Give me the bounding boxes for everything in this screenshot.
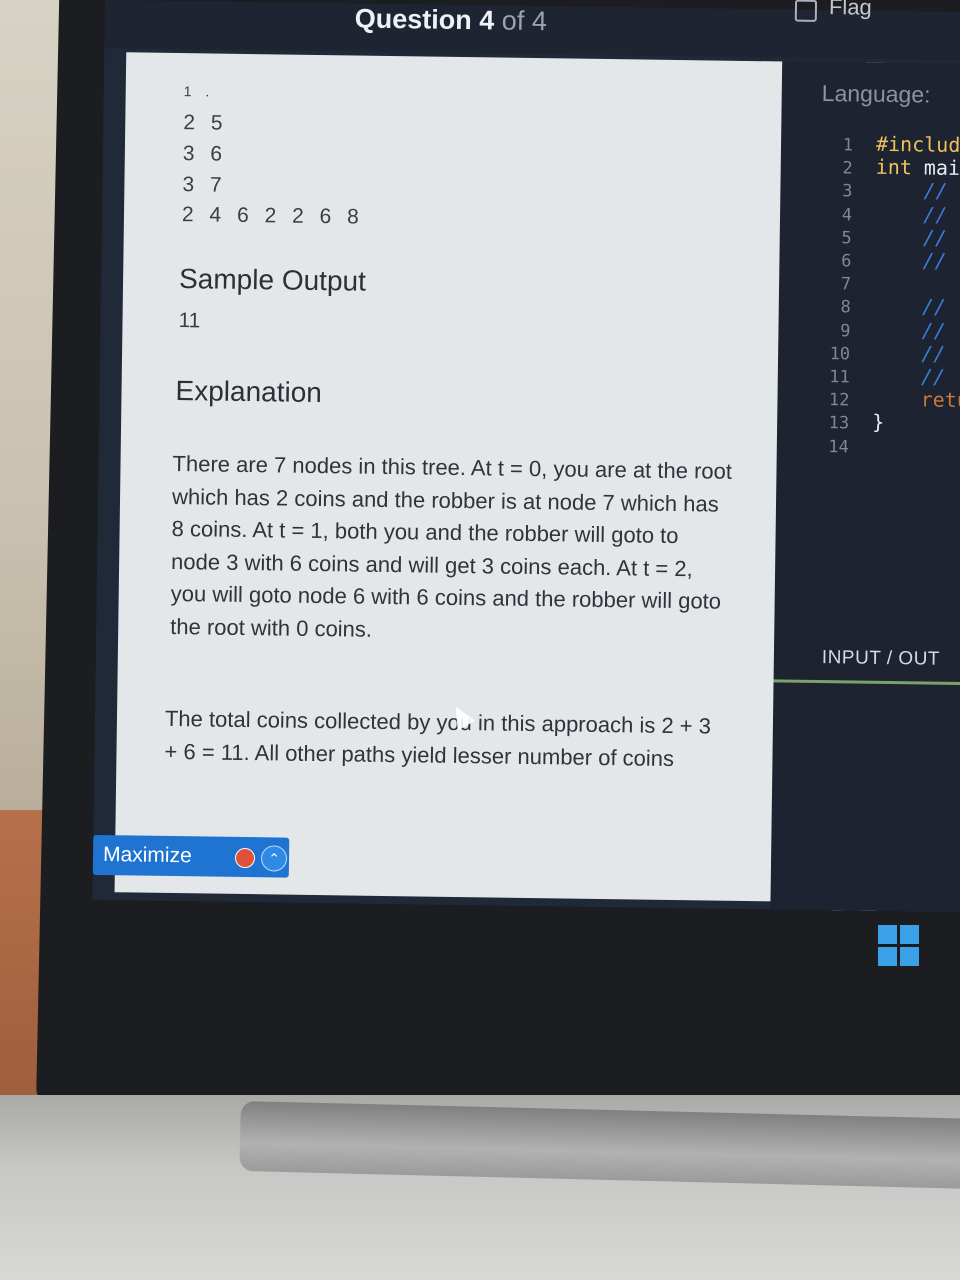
code-comment: // [923, 202, 948, 227]
sample-input-line-2: 3 6 [182, 142, 228, 166]
explanation-heading: Explanation [175, 375, 323, 409]
code-comment: // [921, 341, 946, 366]
line-number: 6 [841, 251, 852, 272]
line-number: 1 [842, 135, 854, 156]
maximize-button[interactable]: Maximize ⌃ [92, 834, 290, 878]
code-area[interactable]: #includ int mai // // // // // // // // … [872, 131, 960, 436]
sample-input-line-partial: 1 . [183, 83, 215, 100]
sample-input-line-4: 2 4 6 2 2 6 8 [181, 203, 364, 229]
code-closing-brace: } [872, 410, 885, 435]
line-number: 3 [842, 181, 853, 202]
question-number: Question 4 [354, 3, 495, 36]
code-main: mai [911, 155, 960, 181]
line-number: 11 [829, 367, 850, 388]
code-comment: // [922, 248, 947, 273]
code-comment: // [921, 318, 946, 343]
code-return: retu [920, 387, 960, 413]
chevron-up-icon[interactable]: ⌃ [260, 845, 288, 872]
problem-statement-pane: 1 . 2 5 3 6 3 7 2 4 6 2 2 6 8 Sample Out… [114, 52, 787, 902]
line-number: 10 [829, 343, 851, 365]
sample-input-line-1: 2 5 [183, 111, 228, 135]
code-comment: // [920, 364, 946, 389]
question-title: Question 4 of 4 [354, 3, 548, 37]
code-comment: // [923, 178, 948, 204]
line-number: 5 [841, 228, 852, 249]
input-output-divider [773, 679, 960, 686]
line-number: 4 [841, 204, 853, 226]
laptop-screen: Question 4 of 4 Flag 1 . 2 5 3 6 3 7 2 4… [92, 0, 960, 913]
code-int-keyword: int [875, 154, 913, 180]
code-comment: // [922, 225, 948, 250]
windows-logo-icon[interactable] [878, 925, 920, 967]
explanation-paragraph-2: The total coins collected by you in this… [164, 705, 712, 771]
line-number: 14 [828, 436, 849, 458]
sample-output-heading: Sample Output [178, 263, 367, 297]
line-number: 2 [842, 158, 853, 179]
flag-label[interactable]: Flag [829, 0, 872, 21]
input-output-tab[interactable]: INPUT / OUT [822, 647, 940, 671]
line-number-gutter: 1 2 3 4 5 6 7 8 9 10 11 12 13 14 [809, 134, 854, 459]
code-include: #includ [875, 131, 960, 157]
photo-scene: Question 4 of 4 Flag 1 . 2 5 3 6 3 7 2 4… [0, 0, 960, 1280]
maximize-label: Maximize [102, 843, 192, 868]
language-label[interactable]: Language: [822, 80, 931, 109]
line-number: 13 [828, 413, 850, 434]
line-number: 12 [828, 390, 850, 411]
explanation-paragraph-1: There are 7 nodes in this tree. At t = 0… [170, 450, 733, 642]
question-header: Question 4 of 4 Flag [104, 0, 960, 61]
sample-output-value: 11 [178, 309, 201, 333]
sample-input-line-3: 3 7 [182, 173, 227, 197]
code-comment: // [921, 294, 947, 320]
line-number: 7 [840, 274, 852, 295]
record-dot-icon [234, 847, 256, 869]
line-number: 8 [840, 297, 851, 318]
flag-checkbox[interactable] [794, 0, 818, 22]
question-total: of 4 [501, 5, 548, 37]
line-number: 9 [840, 320, 851, 342]
code-editor-pane: Language: 1 2 3 4 5 6 7 8 9 10 11 12 13 … [770, 61, 960, 913]
